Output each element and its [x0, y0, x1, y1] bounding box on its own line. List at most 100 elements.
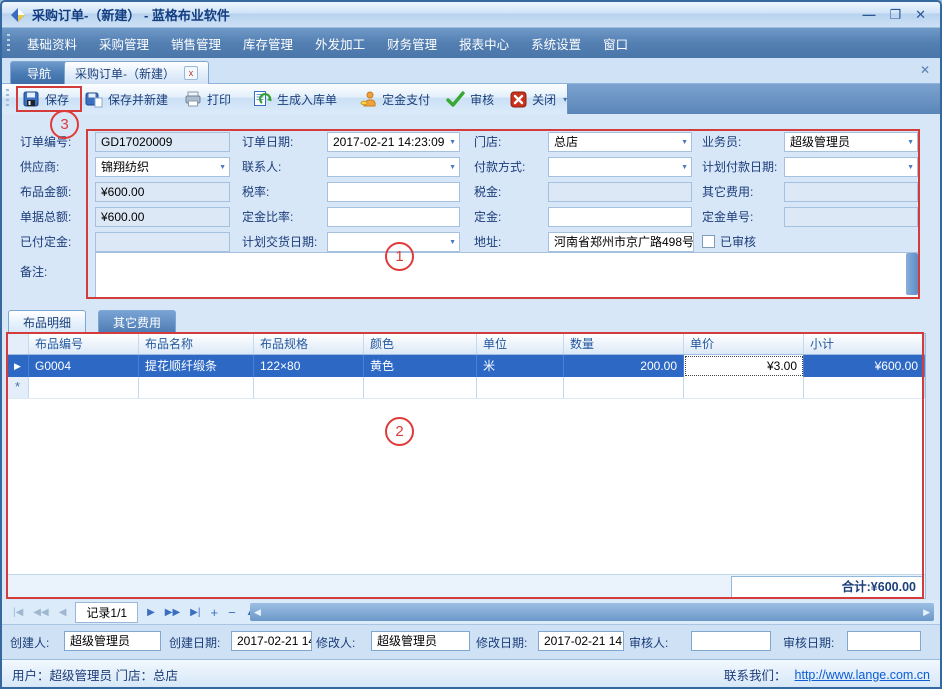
- scroll-right-icon[interactable]: ▶: [923, 607, 930, 618]
- dropdown-icon[interactable]: ▼: [907, 164, 914, 172]
- table-row-new[interactable]: *: [7, 377, 925, 399]
- paid-deposit-field[interactable]: [95, 232, 230, 252]
- deposit-no-field[interactable]: [784, 207, 918, 227]
- cell-qty[interactable]: 200.00: [564, 355, 684, 377]
- order-header-form: 订单编号: GD17020009 订单日期: 2017-02-21 14:23:…: [2, 114, 940, 306]
- modifier-label: 修改人:: [316, 633, 355, 653]
- close-icon[interactable]: ✕: [915, 7, 926, 23]
- close-form-button[interactable]: 关闭 ▾: [502, 88, 575, 111]
- dropdown-icon[interactable]: ▼: [219, 164, 226, 172]
- col-color[interactable]: 颜色: [364, 334, 477, 354]
- auditor-field: [691, 631, 771, 651]
- modifier-field: 超级管理员: [371, 631, 470, 651]
- grid-header-row: 布品编号 布品名称 布品规格 颜色 单位 数量 单价 小计: [7, 334, 925, 355]
- bill-total-field[interactable]: ¥600.00: [95, 207, 230, 227]
- menu-item-settings[interactable]: 系统设置: [520, 29, 592, 58]
- tab-navigation[interactable]: 导航: [10, 61, 68, 84]
- menu-item-purchase[interactable]: 采购管理: [88, 29, 160, 58]
- remark-scrollbar[interactable]: [906, 253, 918, 295]
- website-link[interactable]: http://www.lange.com.cn: [795, 668, 930, 682]
- tab-purchase-order[interactable]: 采购订单-（新建） x: [64, 61, 209, 84]
- cell-fabric-spec[interactable]: 122×80: [254, 355, 364, 377]
- close-dropdown-icon[interactable]: ▾: [563, 95, 567, 104]
- menu-item-inventory[interactable]: 库存管理: [232, 29, 304, 58]
- fabric-amount-field[interactable]: ¥600.00: [95, 182, 230, 202]
- audit-button[interactable]: 审核: [438, 88, 502, 111]
- table-row-selected[interactable]: ▶ G0004 提花顺纤缎条 122×80 黄色 米 200.00 ¥3.00 …: [7, 355, 925, 377]
- tab-close-icon[interactable]: x: [184, 66, 198, 80]
- prior-record-icon[interactable]: ◀: [54, 607, 72, 618]
- cell-fabric-code[interactable]: G0004: [29, 355, 139, 377]
- cell-fabric-name[interactable]: 提花顺纤缎条: [139, 355, 254, 377]
- menu-item-base-data[interactable]: 基础资料: [16, 29, 88, 58]
- tabbar-close-icon[interactable]: ✕: [920, 63, 930, 77]
- deposit-rate-label: 定金比率:: [242, 207, 293, 227]
- inbound-doc-icon: [253, 90, 272, 108]
- col-price[interactable]: 单价: [684, 334, 804, 354]
- menu-item-finance[interactable]: 财务管理: [376, 29, 448, 58]
- plan-pay-date-field[interactable]: ▼: [784, 157, 918, 177]
- cell-unit[interactable]: 米: [477, 355, 564, 377]
- prior-page-icon[interactable]: ◀◀: [28, 607, 53, 618]
- app-window: 采购订单-（新建） - 蓝格布业软件 — ❒ ✕ 基础资料 采购管理 销售管理 …: [0, 0, 942, 689]
- last-record-icon[interactable]: ▶|: [185, 607, 205, 618]
- insert-record-icon[interactable]: +: [205, 605, 223, 620]
- dropdown-icon[interactable]: ▼: [681, 139, 688, 147]
- tax-field[interactable]: [548, 182, 692, 202]
- pay-method-field[interactable]: ▼: [548, 157, 692, 177]
- menu-bar: 基础资料 采购管理 销售管理 库存管理 外发加工 财务管理 报表中心 系统设置 …: [2, 28, 940, 58]
- cell-price-editing[interactable]: ¥3.00: [684, 355, 804, 377]
- deposit-rate-field[interactable]: [327, 207, 460, 227]
- save-button[interactable]: 保存: [14, 87, 77, 111]
- col-qty[interactable]: 数量: [564, 334, 684, 354]
- first-record-icon[interactable]: |◀: [8, 607, 28, 618]
- dropdown-icon[interactable]: ▼: [449, 139, 456, 147]
- delete-record-icon[interactable]: −: [223, 605, 241, 620]
- col-fabric-name[interactable]: 布品名称: [139, 334, 254, 354]
- cell-color[interactable]: 黄色: [364, 355, 477, 377]
- generate-inbound-button[interactable]: 生成入库单: [245, 87, 345, 111]
- tax-rate-field[interactable]: [327, 182, 460, 202]
- col-unit[interactable]: 单位: [477, 334, 564, 354]
- minimize-icon[interactable]: —: [862, 7, 875, 23]
- next-page-icon[interactable]: ▶▶: [160, 607, 185, 618]
- maximize-icon[interactable]: ❒: [889, 7, 901, 23]
- horizontal-scrollbar[interactable]: ◀ ▶: [250, 603, 934, 621]
- contact-field[interactable]: ▼: [327, 157, 460, 177]
- menu-item-reports[interactable]: 报表中心: [448, 29, 520, 58]
- deposit-field[interactable]: [548, 207, 692, 227]
- save-and-new-button[interactable]: 保存并新建: [77, 87, 176, 111]
- tab-other-fees[interactable]: 其它费用: [98, 310, 176, 333]
- col-fabric-code[interactable]: 布品编号: [29, 334, 139, 354]
- store-field[interactable]: 总店 ▼: [548, 132, 692, 152]
- order-no-field[interactable]: GD17020009: [95, 132, 230, 152]
- address-field[interactable]: 河南省郑州市京广路498号: [548, 232, 694, 252]
- col-subtotal[interactable]: 小计: [804, 334, 925, 354]
- other-fee-field[interactable]: [784, 182, 918, 202]
- order-date-field[interactable]: 2017-02-21 14:23:09 ▼: [327, 132, 460, 152]
- audited-checkbox[interactable]: [702, 235, 715, 248]
- audit-date-label: 审核日期:: [783, 633, 834, 653]
- col-fabric-spec[interactable]: 布品规格: [254, 334, 364, 354]
- scroll-left-icon[interactable]: ◀: [254, 607, 261, 618]
- print-button[interactable]: 打印: [176, 87, 239, 111]
- menu-item-outsourcing[interactable]: 外发加工: [304, 29, 376, 58]
- menu-item-window[interactable]: 窗口: [592, 29, 639, 58]
- plan-delivery-date-field[interactable]: ▼: [327, 232, 460, 252]
- close-red-icon: [510, 91, 527, 108]
- deposit-pay-button[interactable]: 定金支付: [351, 87, 438, 111]
- salesman-field[interactable]: 超级管理员 ▼: [784, 132, 918, 152]
- remark-textarea[interactable]: [95, 252, 920, 298]
- row-arrow-icon: ▶: [7, 355, 29, 377]
- supplier-field[interactable]: 锦翔纺织 ▼: [95, 157, 230, 177]
- cell-subtotal[interactable]: ¥600.00: [804, 355, 925, 377]
- tax-rate-label: 税率:: [242, 182, 269, 202]
- next-record-icon[interactable]: ▶: [142, 607, 160, 618]
- dropdown-icon[interactable]: ▼: [449, 239, 456, 247]
- dropdown-icon[interactable]: ▼: [449, 164, 456, 172]
- title-bar: 采购订单-（新建） - 蓝格布业软件 — ❒ ✕: [2, 2, 940, 28]
- dropdown-icon[interactable]: ▼: [681, 164, 688, 172]
- tab-fabric-detail[interactable]: 布品明细: [8, 310, 86, 333]
- dropdown-icon[interactable]: ▼: [907, 139, 914, 147]
- menu-item-sales[interactable]: 销售管理: [160, 29, 232, 58]
